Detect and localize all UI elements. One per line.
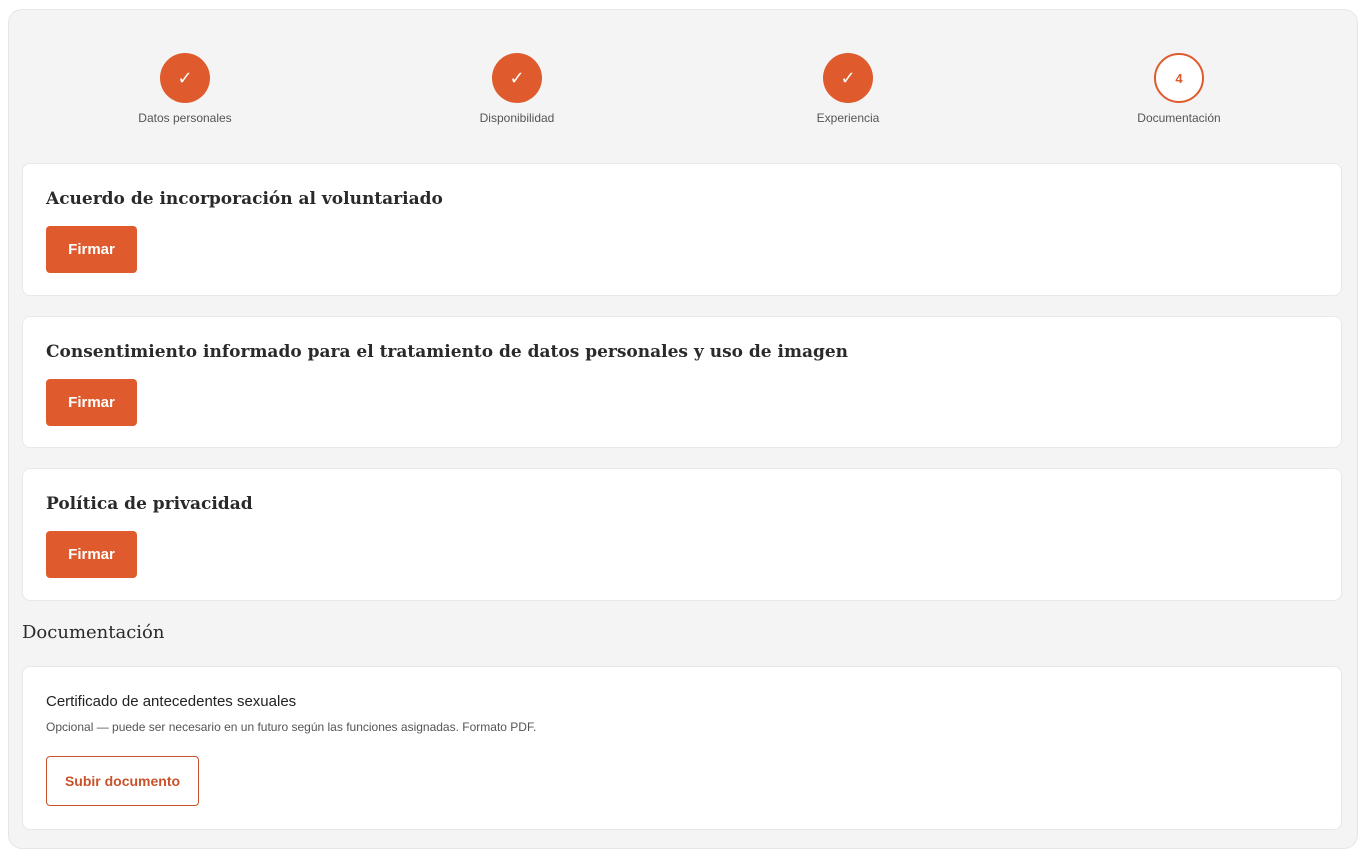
check-icon: ✓ bbox=[160, 53, 210, 103]
step-label: Datos personales bbox=[138, 111, 232, 125]
check-icon: ✓ bbox=[492, 53, 542, 103]
section-heading-documentacion: Documentación bbox=[22, 622, 165, 643]
sign-button[interactable]: Firmar bbox=[46, 226, 137, 273]
document-description: Opcional — puede ser necesario en un fut… bbox=[46, 720, 537, 734]
step-label: Documentación bbox=[1137, 111, 1221, 125]
agreement-title: Acuerdo de incorporación al voluntariado bbox=[46, 189, 443, 209]
agreement-title: Política de privacidad bbox=[46, 494, 253, 514]
sign-button[interactable]: Firmar bbox=[46, 379, 137, 426]
upload-document-button[interactable]: Subir documento bbox=[46, 756, 199, 806]
progress-stepper: ✓ Datos personales ✓ Disponibilidad ✓ Ex… bbox=[9, 10, 1357, 150]
check-icon: ✓ bbox=[823, 53, 873, 103]
document-title: Certificado de antecedentes sexuales bbox=[46, 693, 297, 710]
step-number: 4 bbox=[1154, 53, 1204, 103]
step-experiencia[interactable]: ✓ Experiencia bbox=[748, 53, 948, 125]
form-container: ✓ Datos personales ✓ Disponibilidad ✓ Ex… bbox=[8, 9, 1358, 849]
agreement-title: Consentimiento informado para el tratami… bbox=[46, 342, 849, 362]
agreement-card-privacidad: Política de privacidad Firmar bbox=[22, 468, 1342, 601]
sign-button[interactable]: Firmar bbox=[46, 531, 137, 578]
step-datos-personales[interactable]: ✓ Datos personales bbox=[85, 53, 285, 125]
document-card-certificado: Certificado de antecedentes sexuales Opc… bbox=[22, 666, 1342, 830]
agreement-card-incorporacion: Acuerdo de incorporación al voluntariado… bbox=[22, 163, 1342, 296]
step-documentacion[interactable]: 4 Documentación bbox=[1079, 53, 1279, 125]
step-disponibilidad[interactable]: ✓ Disponibilidad bbox=[417, 53, 617, 125]
step-label: Disponibilidad bbox=[479, 111, 555, 125]
step-label: Experiencia bbox=[816, 111, 880, 125]
agreement-card-consentimiento: Consentimiento informado para el tratami… bbox=[22, 316, 1342, 448]
